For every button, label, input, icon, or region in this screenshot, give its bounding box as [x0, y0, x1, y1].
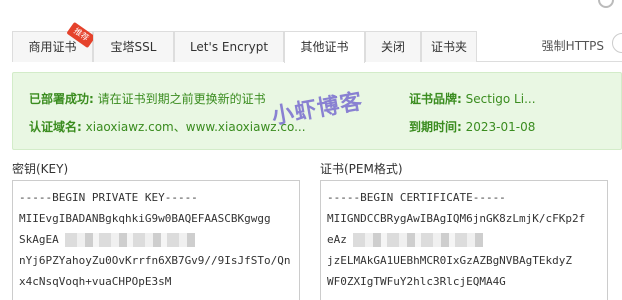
key-label: 密钥(KEY)	[12, 162, 69, 176]
tab-commercial-cert[interactable]: 商用证书 推荐	[12, 21, 96, 62]
domain-row: 认证域名: xiaoxiawz.com、www.xiaoxiawz.co...	[29, 120, 306, 134]
cert-status-panel: 已部署成功: 请在证书到期之前更换新的证书 认证域名: xiaoxiawz.co…	[12, 72, 622, 150]
force-https-toggle[interactable]	[612, 33, 622, 53]
tab-other-cert[interactable]: 其他证书	[284, 31, 365, 63]
tab-baota-ssl[interactable]: 宝塔SSL	[93, 31, 174, 62]
certificate-textarea[interactable]: -----BEGIN CERTIFICATE----- MIIGNDCCBRyg…	[320, 180, 608, 300]
top-breadcrumb-strip: · · · · · · · ·	[0, 0, 622, 12]
deploy-status-row: 已部署成功: 请在证书到期之前更换新的证书	[29, 92, 266, 106]
redacted-block	[64, 233, 195, 247]
watermark: 小虾博客	[269, 89, 365, 130]
tab-cert-folder[interactable]: 证书夹	[421, 31, 477, 62]
brand-row: 证书品牌: Sectigo Li...	[409, 92, 536, 106]
force-https-label: 强制HTTPS	[541, 39, 604, 53]
ssl-tab-bar: 商用证书 推荐 宝塔SSL Let's Encrypt 其他证书 关闭 证书夹 …	[12, 21, 622, 63]
tab-close[interactable]: 关闭	[365, 31, 421, 62]
settings-icon[interactable]	[598, 0, 614, 8]
expire-row: 到期时间: 2023-01-08	[409, 120, 536, 134]
breadcrumb: · · · · · · · ·	[20, 0, 92, 5]
cert-label: 证书(PEM格式)	[320, 162, 403, 176]
tab-lets-encrypt[interactable]: Let's Encrypt	[174, 31, 284, 62]
private-key-textarea[interactable]: -----BEGIN PRIVATE KEY----- MIIEvgIBADAN…	[12, 180, 300, 300]
redacted-block	[352, 233, 483, 247]
